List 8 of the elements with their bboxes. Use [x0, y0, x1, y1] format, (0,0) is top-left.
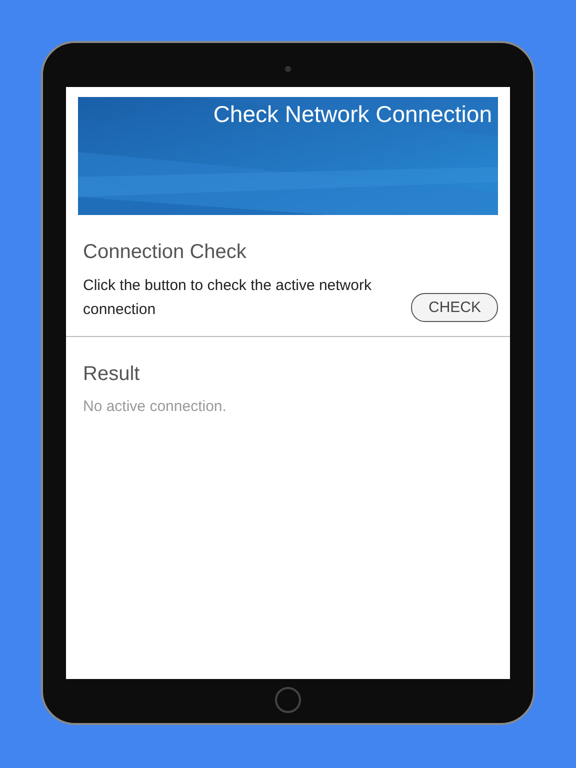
- check-button[interactable]: CHECK: [411, 292, 498, 322]
- result-message: No active connection.: [83, 398, 228, 415]
- page-title: Check Network Connection: [213, 101, 492, 128]
- section-heading: Connection Check: [83, 241, 248, 264]
- section-heading: Result: [83, 363, 141, 386]
- description-text: Click the button to check the active network connection: [83, 276, 372, 320]
- home-button[interactable]: [275, 687, 301, 713]
- camera-icon: [285, 66, 291, 72]
